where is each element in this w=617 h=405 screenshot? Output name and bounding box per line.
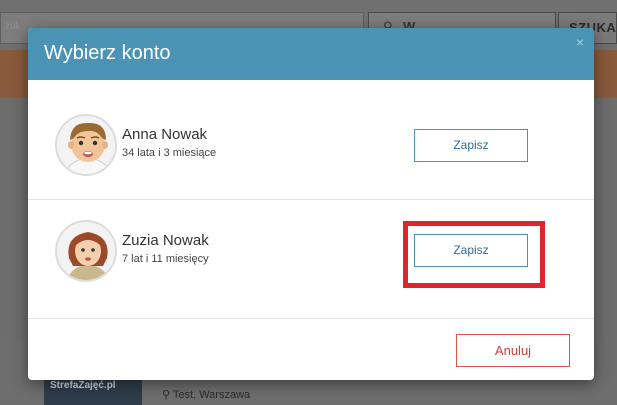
close-icon[interactable]: ×	[576, 34, 584, 50]
background-address: ⚲ Test, Warszawa	[162, 389, 251, 401]
account-row-anna: Anna Nowak 34 lata i 3 miesiące Zapisz	[28, 100, 594, 192]
girl-avatar-icon	[55, 220, 117, 282]
enroll-button-anna[interactable]: Zapisz	[414, 129, 528, 162]
account-age: 34 lata i 3 miesiące	[122, 147, 217, 159]
background-search-text: zuk	[5, 21, 21, 32]
footer-divider	[28, 318, 594, 319]
modal-header: Wybierz konto ×	[28, 28, 594, 80]
man-avatar-icon	[55, 114, 117, 176]
account-name: Anna Nowak	[122, 126, 208, 143]
account-row-zuzia: Zuzia Nowak 7 lat i 11 miesięcy Zapisz	[28, 206, 594, 298]
background-brand: StrefaZajęć.pl	[50, 380, 116, 391]
cancel-button[interactable]: Anuluj	[456, 334, 570, 367]
modal-title: Wybierz konto	[44, 42, 171, 64]
row-divider	[28, 199, 594, 200]
enroll-button-zuzia[interactable]: Zapisz	[414, 234, 528, 267]
choose-account-modal: Wybierz konto × Anna Nowak 34 lata i 3 m…	[28, 28, 594, 380]
background-address-text: Test, Warszawa	[172, 389, 251, 401]
account-age: 7 lat i 11 miesięcy	[122, 253, 209, 265]
account-name: Zuzia Nowak	[122, 232, 209, 249]
